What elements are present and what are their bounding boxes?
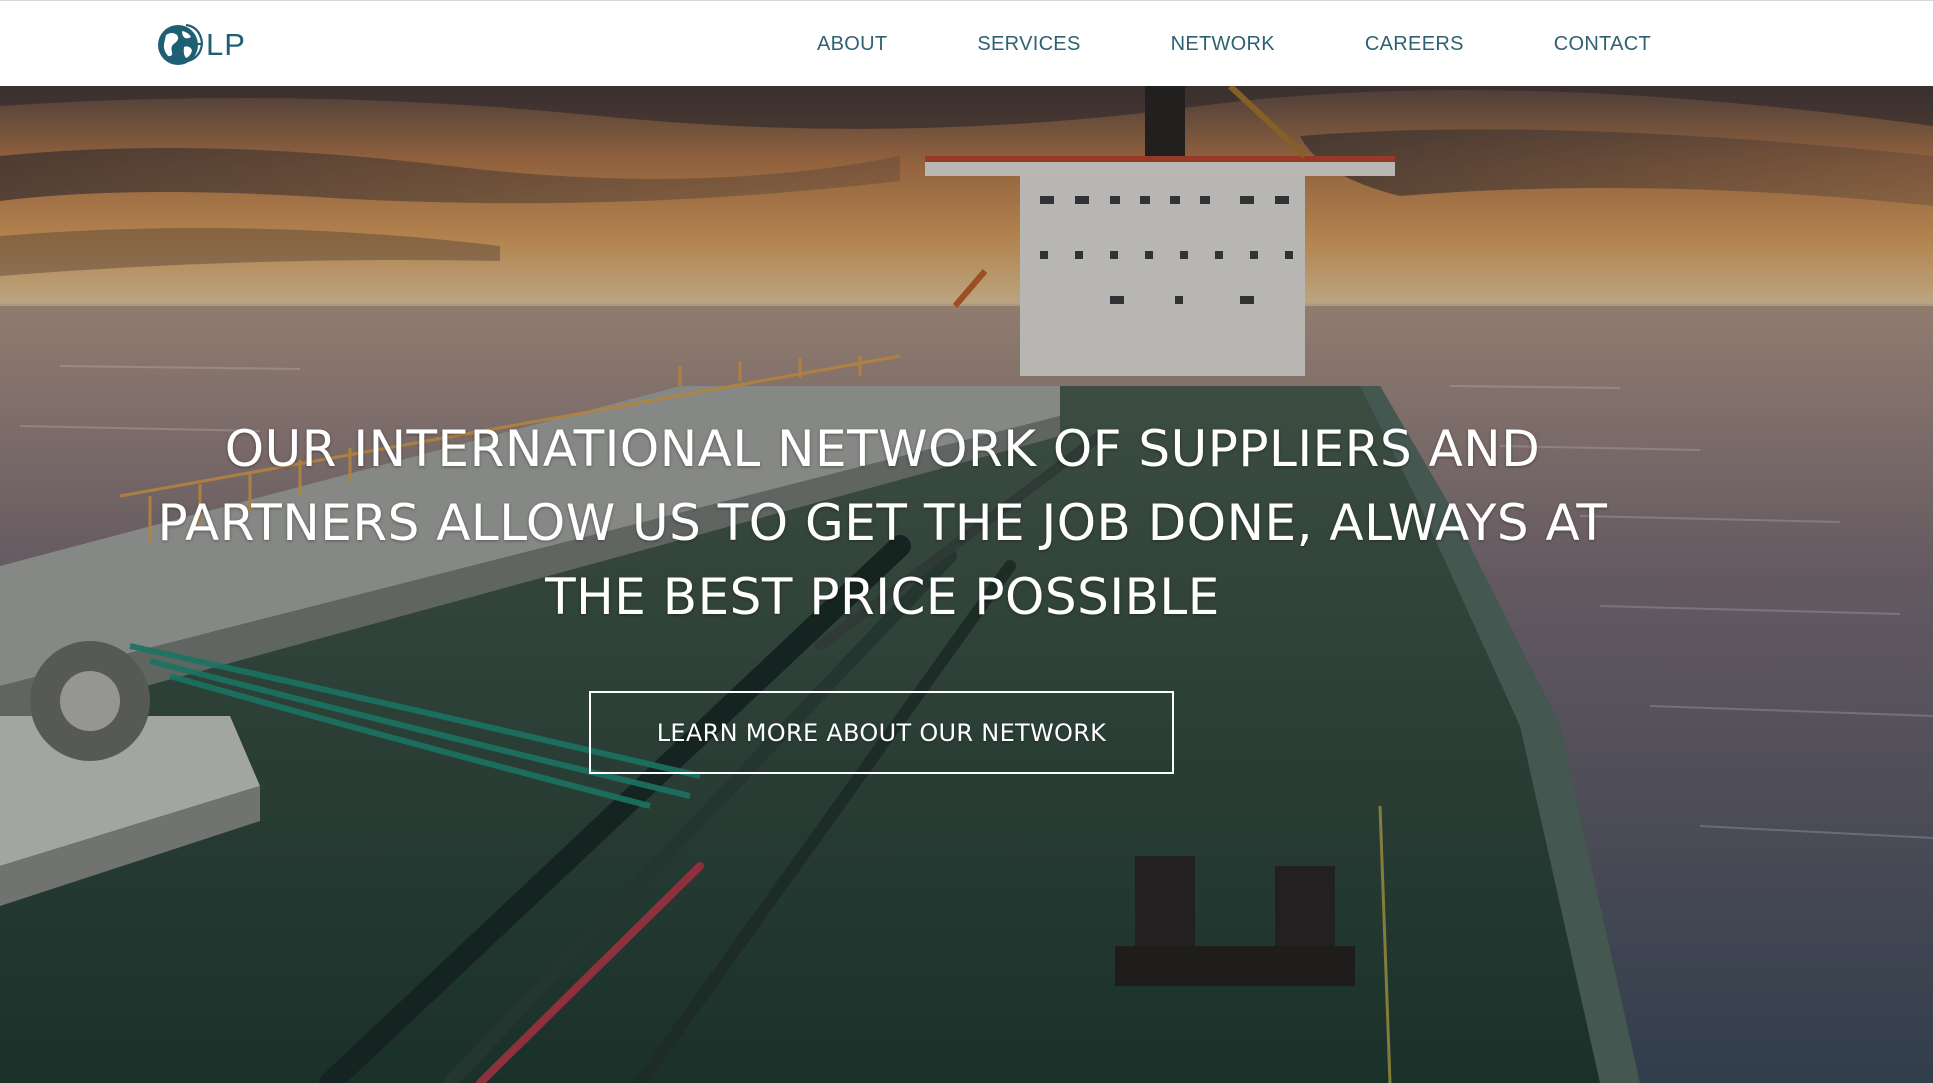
main-nav: ABOUT SERVICES NETWORK CAREERS CONTACT xyxy=(817,1,1651,87)
nav-contact[interactable]: CONTACT xyxy=(1554,33,1651,56)
nav-network[interactable]: NETWORK xyxy=(1171,33,1275,56)
nav-careers[interactable]: CAREERS xyxy=(1365,33,1464,56)
logo-text: LP xyxy=(206,26,246,62)
nav-about[interactable]: ABOUT xyxy=(817,33,887,56)
hero-section: OUR INTERNATIONAL NETWORK OF SUPPLIERS A… xyxy=(0,86,1933,1083)
globe-icon xyxy=(158,23,204,65)
learn-more-network-button[interactable]: LEARN MORE ABOUT OUR NETWORK xyxy=(589,691,1174,774)
nav-services[interactable]: SERVICES xyxy=(977,33,1080,56)
site-header: LP ABOUT SERVICES NETWORK CAREERS CONTAC… xyxy=(0,0,1933,86)
hero-headline: OUR INTERNATIONAL NETWORK OF SUPPLIERS A… xyxy=(157,420,1608,626)
page: LP ABOUT SERVICES NETWORK CAREERS CONTAC… xyxy=(0,0,1933,1083)
site-logo[interactable]: LP xyxy=(154,17,246,71)
